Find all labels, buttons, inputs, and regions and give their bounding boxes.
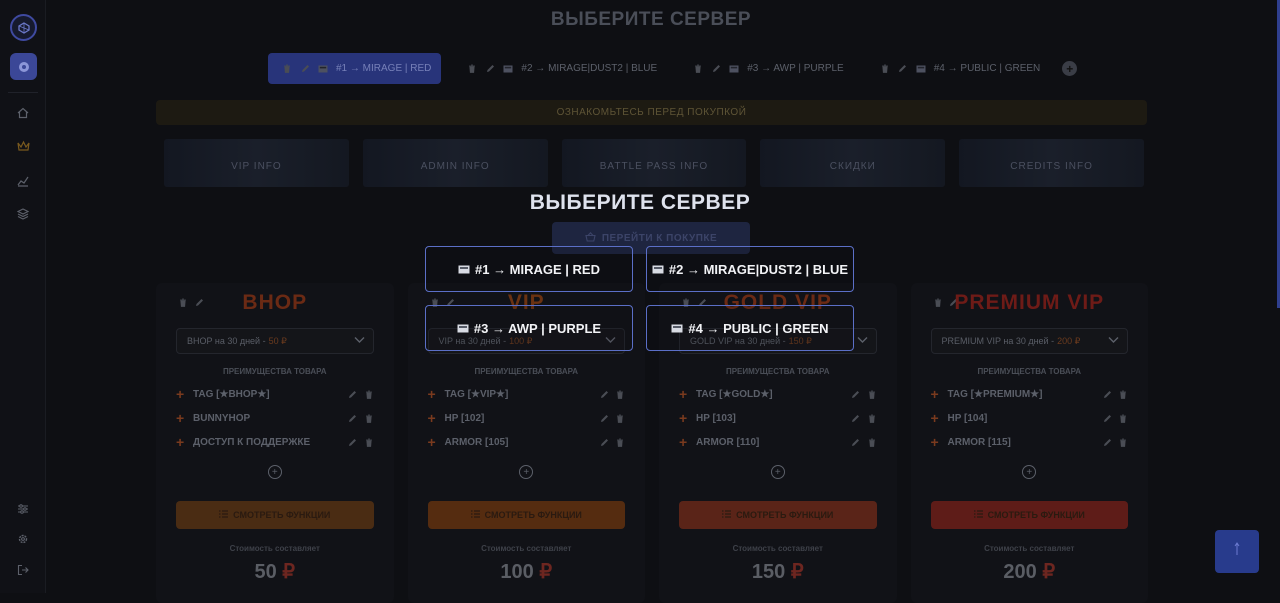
server-icon <box>671 321 683 336</box>
server-option-label: #2 → MIRAGE|DUST2 | BLUE <box>668 261 849 277</box>
server-select-modal: ВЫБЕРИТЕ СЕРВЕР #1 → MIRAGE | RED #2 → M… <box>0 0 1280 593</box>
server-option-2[interactable]: #2 → MIRAGE|DUST2 | BLUE <box>646 246 854 292</box>
server-option-label: #3 → AWP | PURPLE <box>473 320 602 336</box>
server-icon <box>652 262 664 277</box>
server-option-3[interactable]: #3 → AWP | PURPLE <box>425 305 633 351</box>
server-option-4[interactable]: #4 → PUBLIC | GREEN <box>646 305 854 351</box>
server-option-label: #4 → PUBLIC | GREEN <box>688 320 829 336</box>
modal-title: ВЫБЕРИТЕ СЕРВЕР <box>529 191 751 214</box>
server-icon <box>457 321 469 336</box>
server-option-1[interactable]: #1 → MIRAGE | RED <box>425 246 633 292</box>
server-option-label: #1 → MIRAGE | RED <box>475 261 600 277</box>
server-icon <box>458 262 470 277</box>
